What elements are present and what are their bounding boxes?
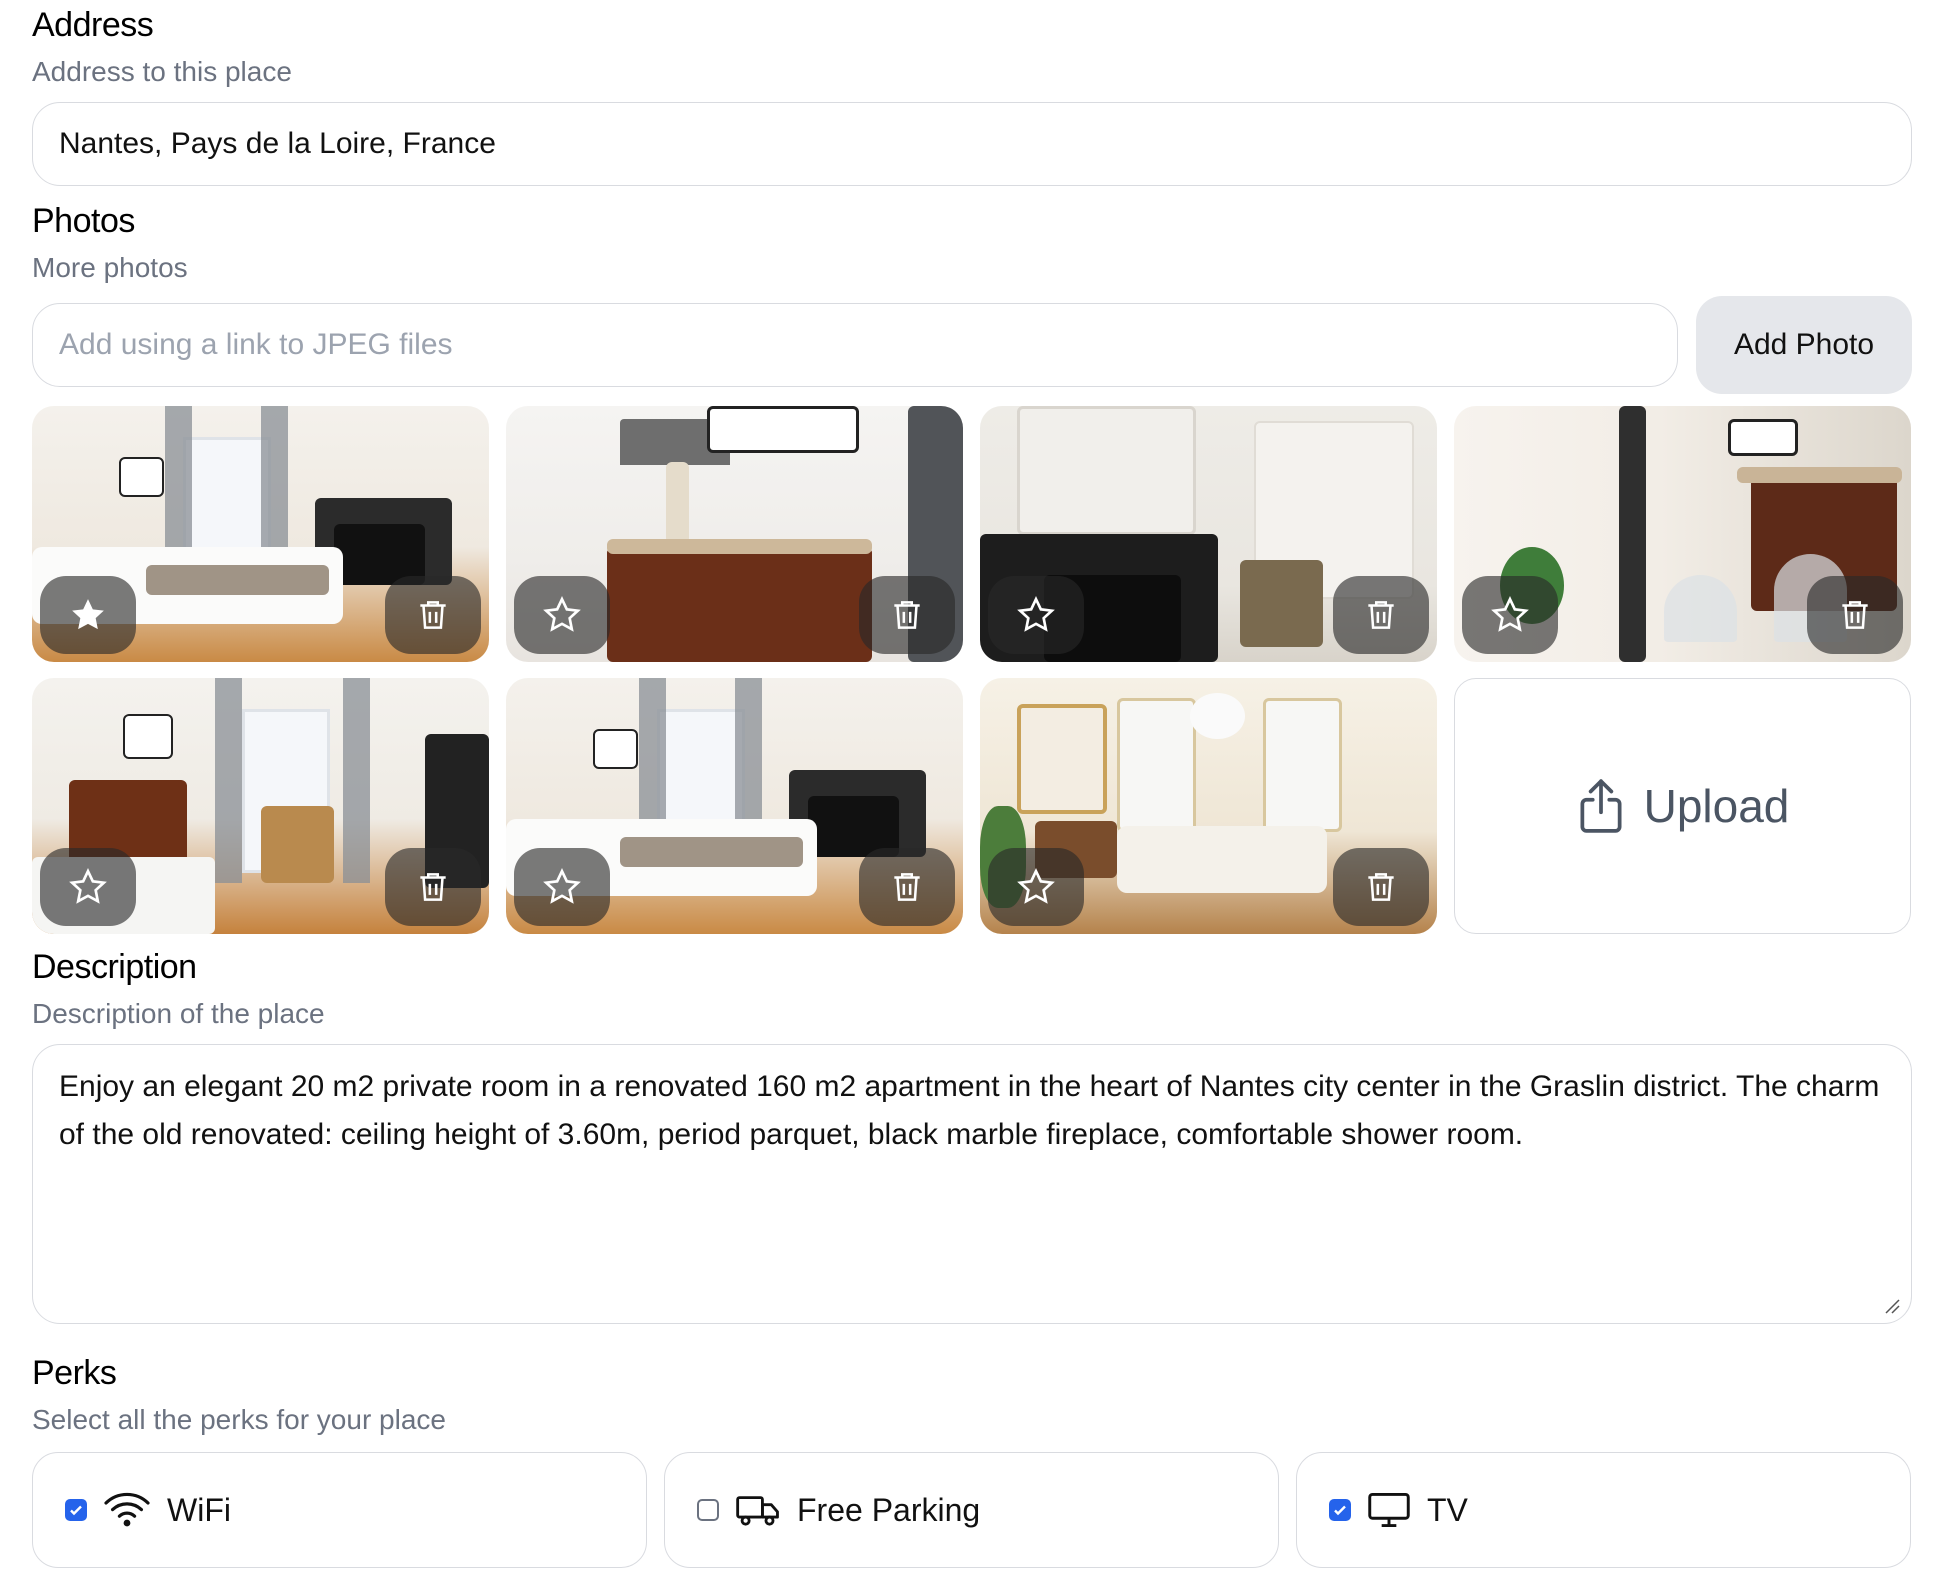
photo-tile xyxy=(1454,406,1911,662)
address-heading: Address xyxy=(32,6,154,44)
trash-icon xyxy=(1842,601,1868,629)
parking-label: Free Parking xyxy=(797,1491,981,1528)
photo-tile xyxy=(980,678,1437,934)
trash-icon xyxy=(894,873,920,901)
set-main-photo-button[interactable] xyxy=(40,576,136,654)
trash-icon xyxy=(1368,873,1394,901)
wifi-label: WiFi xyxy=(167,1491,231,1528)
photo-tile xyxy=(980,406,1437,662)
photo-tile xyxy=(506,678,963,934)
photo-tile xyxy=(506,406,963,662)
parking-checkbox[interactable] xyxy=(697,1499,719,1521)
set-main-photo-button[interactable] xyxy=(514,576,610,654)
description-heading: Description xyxy=(32,948,197,986)
star-outline-icon xyxy=(543,868,581,904)
set-main-photo-button[interactable] xyxy=(514,848,610,926)
perks-heading: Perks xyxy=(32,1354,117,1392)
wifi-icon xyxy=(104,1492,150,1527)
star-filled-icon xyxy=(72,599,104,630)
perks-section: Perks Select all the perks for your plac… xyxy=(32,1350,1912,1568)
check-icon xyxy=(1334,1505,1346,1516)
star-outline-icon xyxy=(1491,596,1529,632)
delete-photo-button[interactable] xyxy=(859,848,955,926)
description-text: Enjoy an elegant 20 m2 private room in a… xyxy=(59,1070,1880,1151)
description-section: Description Description of the place Enj… xyxy=(32,944,1912,1324)
set-main-photo-button[interactable] xyxy=(988,848,1084,926)
photo-tile xyxy=(32,678,489,934)
upload-icon xyxy=(1580,779,1622,833)
set-main-photo-button[interactable] xyxy=(1462,576,1558,654)
photo-tile xyxy=(32,406,489,662)
description-subheading: Description of the place xyxy=(32,998,325,1029)
description-textarea[interactable]: Enjoy an elegant 20 m2 private room in a… xyxy=(32,1044,1912,1324)
set-main-photo-button[interactable] xyxy=(988,576,1084,654)
resize-handle-icon[interactable] xyxy=(1883,1297,1901,1315)
perk-free-parking[interactable]: Free Parking xyxy=(664,1452,1279,1568)
perks-subheading: Select all the perks for your place xyxy=(32,1404,446,1435)
tv-checkbox[interactable] xyxy=(1329,1499,1351,1521)
delete-photo-button[interactable] xyxy=(1807,576,1903,654)
perk-wifi[interactable]: WiFi xyxy=(32,1452,647,1568)
star-outline-icon xyxy=(69,868,107,904)
star-outline-icon xyxy=(1017,868,1055,904)
perk-tv[interactable]: TV xyxy=(1296,1452,1911,1568)
address-input[interactable]: Nantes, Pays de la Loire, France xyxy=(32,102,1912,186)
photos-subheading: More photos xyxy=(32,252,188,283)
tv-icon xyxy=(1368,1492,1410,1528)
delete-photo-button[interactable] xyxy=(859,576,955,654)
photo-grid: Upload xyxy=(32,406,1911,934)
trash-icon xyxy=(894,601,920,629)
tv-label: TV xyxy=(1427,1491,1468,1528)
trash-icon xyxy=(1368,601,1394,629)
upload-button[interactable]: Upload xyxy=(1454,678,1911,934)
trash-icon xyxy=(420,873,446,901)
set-main-photo-button[interactable] xyxy=(40,848,136,926)
star-outline-icon xyxy=(543,596,581,632)
delete-photo-button[interactable] xyxy=(1333,848,1429,926)
trash-icon xyxy=(420,601,446,629)
star-outline-icon xyxy=(1017,596,1055,632)
upload-label: Upload xyxy=(1643,780,1790,832)
truck-icon xyxy=(736,1496,779,1526)
delete-photo-button[interactable] xyxy=(385,576,481,654)
photos-section: Photos More photos Add using a link to J… xyxy=(32,198,1912,394)
delete-photo-button[interactable] xyxy=(1333,576,1429,654)
wifi-checkbox[interactable] xyxy=(65,1499,87,1521)
address-subheading: Address to this place xyxy=(32,56,292,87)
photos-heading: Photos xyxy=(32,202,135,240)
check-icon xyxy=(70,1505,82,1516)
photo-link-input[interactable]: Add using a link to JPEG files xyxy=(32,303,1678,387)
delete-photo-button[interactable] xyxy=(385,848,481,926)
add-photo-button[interactable]: Add Photo xyxy=(1696,296,1912,394)
address-section: Address Address to this place Nantes, Pa… xyxy=(32,2,1912,186)
